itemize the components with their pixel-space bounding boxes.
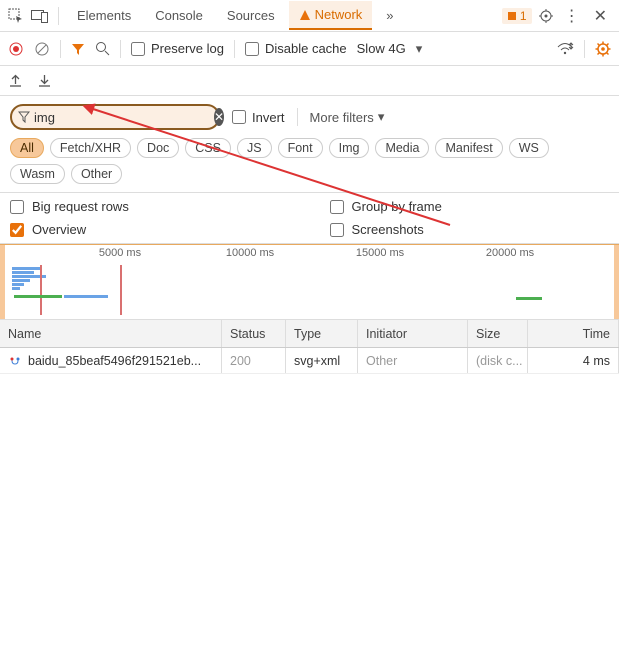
display-options: Big request rows Overview Group by frame… — [0, 193, 619, 244]
timeline-marker — [40, 265, 42, 315]
chip-media[interactable]: Media — [375, 138, 429, 158]
wifi-icon[interactable] — [556, 42, 574, 56]
timeline-handle-right[interactable] — [614, 245, 619, 319]
chevron-down-icon[interactable]: ▾ — [416, 41, 423, 57]
preserve-log-checkbox[interactable]: Preserve log — [131, 41, 224, 56]
tab-console[interactable]: Console — [145, 2, 213, 29]
disable-cache-checkbox[interactable]: Disable cache — [245, 41, 347, 56]
separator — [584, 40, 585, 58]
screenshots-label: Screenshots — [352, 222, 424, 237]
upload-icon[interactable] — [8, 73, 23, 88]
chip-css[interactable]: CSS — [185, 138, 231, 158]
tab-network[interactable]: Network — [289, 1, 373, 30]
request-table-body: baidu_85beaf5496f291521eb... 200 svg+xml… — [0, 348, 619, 666]
preserve-log-label: Preserve log — [151, 41, 224, 56]
device-toolbar-icon[interactable] — [30, 6, 50, 26]
tabs-overflow[interactable]: » — [376, 2, 403, 29]
settings-gear-icon[interactable] — [595, 41, 611, 57]
col-header-status[interactable]: Status — [222, 320, 286, 347]
chip-fetch-xhr[interactable]: Fetch/XHR — [50, 138, 131, 158]
tick-label: 10000 ms — [226, 247, 274, 259]
favicon-icon — [8, 354, 22, 368]
timeline-marker — [120, 265, 122, 315]
col-header-type[interactable]: Type — [286, 320, 358, 347]
request-status: 200 — [222, 348, 286, 373]
chip-img[interactable]: Img — [329, 138, 370, 158]
inspect-icon[interactable] — [6, 6, 26, 26]
request-time: 4 ms — [528, 348, 619, 373]
chip-all[interactable]: All — [10, 138, 44, 158]
big-request-rows-checkbox[interactable]: Big request rows — [10, 199, 290, 214]
chevron-down-icon: ▾ — [378, 109, 385, 125]
group-frame-label: Group by frame — [352, 199, 442, 214]
kebab-menu-icon[interactable]: ⋮ — [560, 6, 584, 26]
har-toolbar — [0, 66, 619, 96]
search-icon[interactable] — [95, 41, 110, 56]
funnel-icon — [18, 109, 30, 125]
timeline-handle-left[interactable] — [0, 245, 5, 319]
chip-font[interactable]: Font — [278, 138, 323, 158]
separator — [297, 108, 298, 126]
tab-sources[interactable]: Sources — [217, 2, 285, 29]
tick-label: 15000 ms — [356, 247, 404, 259]
chip-wasm[interactable]: Wasm — [10, 164, 65, 184]
timeline-segment — [64, 295, 108, 298]
filter-input[interactable] — [30, 110, 214, 125]
tab-network-label: Network — [315, 7, 363, 22]
request-table-header: Name Status Type Initiator Size Time — [0, 320, 619, 348]
invert-label: Invert — [252, 110, 285, 125]
col-header-size[interactable]: Size — [468, 320, 528, 347]
overview-label: Overview — [32, 222, 86, 237]
gear-icon[interactable] — [536, 6, 556, 26]
resource-type-filter: All Fetch/XHR Doc CSS JS Font Img Media … — [0, 136, 619, 193]
record-icon[interactable] — [8, 41, 24, 57]
throttling-select[interactable]: Slow 4G — [357, 41, 406, 56]
filter-input-container: ✕ — [10, 104, 220, 130]
chip-manifest[interactable]: Manifest — [435, 138, 502, 158]
screenshots-checkbox[interactable]: Screenshots — [330, 222, 610, 237]
filter-row: ✕ Invert More filters ▾ — [0, 96, 619, 136]
chip-ws[interactable]: WS — [509, 138, 549, 158]
network-toolbar: Preserve log Disable cache Slow 4G ▾ — [0, 32, 619, 66]
disable-cache-label: Disable cache — [265, 41, 347, 56]
issues-badge[interactable]: 1 — [502, 8, 532, 24]
chip-other[interactable]: Other — [71, 164, 122, 184]
tick-label: 20000 ms — [486, 247, 534, 259]
timeline-segment — [516, 297, 542, 300]
request-type: svg+xml — [286, 348, 358, 373]
tick-label: 5000 ms — [99, 247, 141, 259]
more-filters-label: More filters — [310, 110, 374, 125]
invert-checkbox[interactable]: Invert — [232, 110, 285, 125]
separator — [234, 40, 235, 58]
tab-elements[interactable]: Elements — [67, 2, 141, 29]
col-header-name[interactable]: Name — [0, 320, 222, 347]
col-header-time[interactable]: Time — [528, 320, 619, 347]
col-header-initiator[interactable]: Initiator — [358, 320, 468, 347]
issues-count: 1 — [520, 9, 527, 23]
big-rows-label: Big request rows — [32, 199, 129, 214]
separator — [120, 40, 121, 58]
request-size: (disk c... — [468, 348, 528, 373]
clear-filter-icon[interactable]: ✕ — [214, 108, 224, 126]
clear-icon[interactable] — [34, 41, 50, 57]
separator — [58, 7, 59, 25]
devtools-tab-strip: Elements Console Sources Network » 1 ⋮ ✕ — [0, 0, 619, 32]
chip-doc[interactable]: Doc — [137, 138, 179, 158]
timeline-segment — [14, 295, 62, 298]
close-icon[interactable]: ✕ — [588, 6, 613, 26]
request-name: baidu_85beaf5496f291521eb... — [28, 354, 201, 368]
overview-timeline[interactable]: 5000 ms 10000 ms 15000 ms 20000 ms — [0, 244, 619, 320]
separator — [60, 40, 61, 58]
request-initiator: Other — [358, 348, 468, 373]
download-icon[interactable] — [37, 73, 52, 88]
group-by-frame-checkbox[interactable]: Group by frame — [330, 199, 610, 214]
more-filters-button[interactable]: More filters ▾ — [310, 109, 385, 125]
chip-js[interactable]: JS — [237, 138, 272, 158]
overview-checkbox[interactable]: Overview — [10, 222, 290, 237]
filter-toggle-icon[interactable] — [71, 42, 85, 56]
table-row[interactable]: baidu_85beaf5496f291521eb... 200 svg+xml… — [0, 348, 619, 374]
timeline-ticks: 5000 ms 10000 ms 15000 ms 20000 ms — [0, 245, 619, 265]
